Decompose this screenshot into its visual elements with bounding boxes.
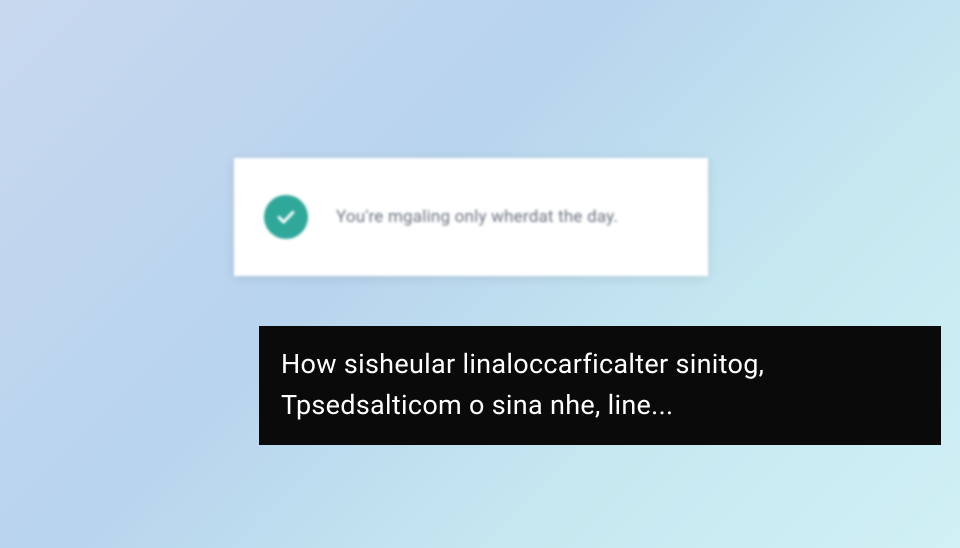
caption-line-2: Tpsedsalticom o sina nhe, line... <box>281 389 673 421</box>
caption-line-1: How sisheular linaloccarficalter sinitog… <box>281 348 764 380</box>
checkmark-icon <box>264 195 308 239</box>
notification-message: You're mgaling only wherdat the day. <box>336 207 618 227</box>
caption-overlay: How sisheular linaloccarficalter sinitog… <box>259 326 941 445</box>
caption-text: How sisheular linaloccarficalter sinitog… <box>281 344 919 425</box>
notification-card: You're mgaling only wherdat the day. <box>234 158 708 276</box>
